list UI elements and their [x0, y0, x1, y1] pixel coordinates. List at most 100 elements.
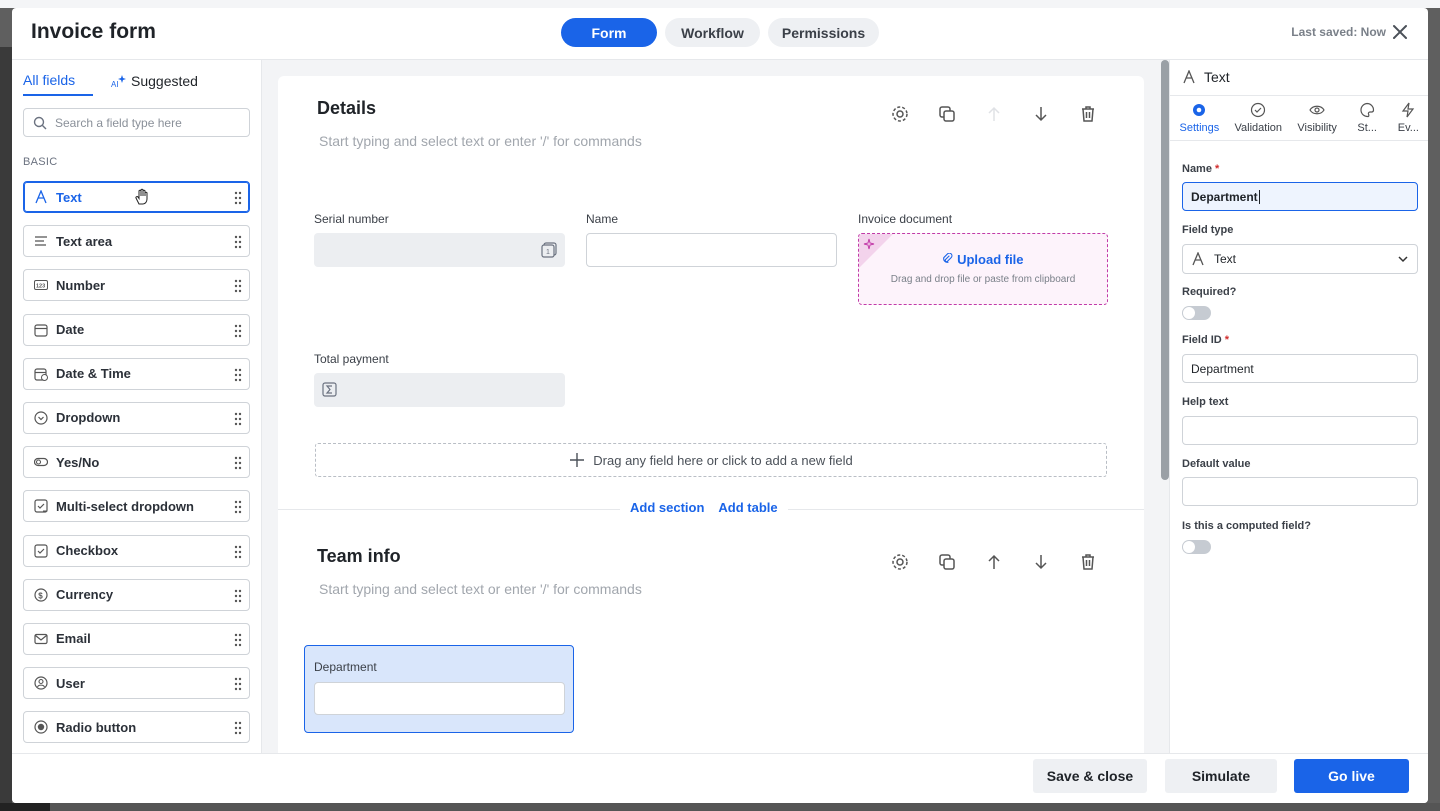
name-label-text: Name	[1182, 163, 1212, 175]
duplicate-icon[interactable]	[937, 552, 957, 572]
field-type-label: Email	[56, 631, 91, 647]
tab-all-fields[interactable]: All fields	[23, 72, 93, 96]
tab-permissions[interactable]: Permissions	[768, 18, 879, 47]
invoice-document-upload[interactable]: Upload file Drag and drop file or paste …	[858, 233, 1108, 305]
section-title-details[interactable]: Details	[317, 98, 376, 119]
required-toggle[interactable]	[1182, 306, 1211, 320]
drag-handle-icon[interactable]	[234, 368, 242, 382]
autonumber-icon: 1	[541, 242, 557, 258]
add-table-link[interactable]: Add table	[718, 500, 777, 515]
field-type-item[interactable]: Email	[23, 622, 250, 655]
field-type-item[interactable]: 123 Number	[23, 269, 250, 302]
drag-handle-icon[interactable]	[234, 589, 242, 603]
field-type-item[interactable]: Yes/No	[23, 446, 250, 479]
drag-handle-icon[interactable]	[234, 545, 242, 559]
gear-icon	[1193, 104, 1206, 116]
svg-text:1: 1	[546, 249, 550, 256]
field-type-label: Text	[56, 189, 82, 205]
field-type-label: User	[56, 675, 85, 691]
multi-select-icon	[34, 499, 48, 513]
total-payment-field[interactable]	[314, 373, 565, 407]
svg-text:$: $	[38, 591, 43, 600]
move-up-icon[interactable]	[984, 552, 1004, 572]
gear-icon[interactable]	[890, 104, 910, 124]
sigma-icon	[322, 382, 337, 397]
save-close-button[interactable]: Save & close	[1033, 759, 1147, 793]
close-icon[interactable]	[1390, 22, 1410, 42]
field-type-label: Text area	[56, 233, 113, 249]
move-down-icon[interactable]	[1031, 104, 1051, 124]
user-icon	[34, 676, 48, 690]
text-area-icon	[35, 236, 47, 246]
tab-validation[interactable]: Validation	[1229, 96, 1288, 140]
field-type-item[interactable]: Date	[23, 313, 250, 346]
go-live-button[interactable]: Go live	[1294, 759, 1409, 793]
trash-icon[interactable]	[1078, 104, 1098, 124]
form-canvas: Details Start typing and select text or …	[262, 60, 1169, 753]
serial-number-field[interactable]: 1	[314, 233, 565, 267]
tab-visibility[interactable]: Visibility	[1288, 96, 1347, 140]
drag-handle-icon[interactable]	[234, 191, 242, 205]
canvas-scrollbar[interactable]	[1161, 60, 1169, 480]
gear-icon[interactable]	[890, 552, 910, 572]
properties-title: Text	[1204, 69, 1230, 85]
help-text-label: Help text	[1182, 396, 1229, 408]
search-icon	[33, 116, 47, 129]
name-input[interactable]: Department	[1182, 182, 1418, 211]
tab-suggested[interactable]: AI Suggested	[111, 72, 198, 96]
field-label-total-payment: Total payment	[314, 352, 389, 366]
drag-handle-icon[interactable]	[234, 456, 242, 470]
tab-settings[interactable]: Settings	[1170, 96, 1229, 140]
computed-field-label: Is this a computed field?	[1182, 520, 1311, 532]
drag-handle-icon[interactable]	[234, 412, 242, 426]
move-down-icon[interactable]	[1031, 552, 1051, 572]
section-hint-details[interactable]: Start typing and select text or enter '/…	[319, 133, 642, 149]
text-icon	[35, 190, 47, 204]
field-type-value-wrap: Text	[1191, 252, 1236, 266]
field-type-item[interactable]: User	[23, 667, 250, 700]
drag-handle-icon[interactable]	[234, 279, 242, 293]
drag-handle-icon[interactable]	[234, 324, 242, 338]
computed-field-toggle[interactable]	[1182, 540, 1211, 554]
upload-file-button[interactable]: Upload file	[859, 252, 1107, 267]
tab-events[interactable]: Ev...	[1388, 96, 1428, 140]
drag-handle-icon[interactable]	[234, 500, 242, 514]
field-id-label-text: Field ID	[1182, 334, 1222, 346]
drag-handle-icon[interactable]	[234, 721, 242, 735]
field-type-item[interactable]: Radio button	[23, 711, 250, 744]
field-type-select[interactable]: Text	[1182, 244, 1418, 274]
drag-handle-icon[interactable]	[234, 677, 242, 691]
field-type-item[interactable]: $ Currency	[23, 578, 250, 611]
add-field-dropzone[interactable]: Drag any field here or click to add a ne…	[315, 443, 1107, 477]
default-value-input[interactable]	[1182, 477, 1418, 506]
department-field-selected[interactable]: Department	[304, 645, 574, 733]
tab-style[interactable]: St...	[1347, 96, 1388, 140]
field-type-item[interactable]: Text area	[23, 225, 250, 258]
field-id-input[interactable]: Department	[1182, 354, 1418, 383]
field-type-item[interactable]: Dropdown	[23, 401, 250, 434]
department-input[interactable]	[314, 682, 565, 715]
backdrop-dark-corner	[0, 803, 50, 811]
simulate-button[interactable]: Simulate	[1165, 759, 1277, 793]
duplicate-icon[interactable]	[937, 104, 957, 124]
palette-icon	[1360, 102, 1375, 118]
drag-handle-icon[interactable]	[234, 235, 242, 249]
tab-workflow[interactable]: Workflow	[665, 18, 760, 47]
field-type-item[interactable]: Date & Time	[23, 357, 250, 390]
help-text-input[interactable]	[1182, 416, 1418, 445]
add-section-link[interactable]: Add section	[630, 500, 704, 515]
field-type-item[interactable]: Checkbox	[23, 534, 250, 567]
search-input[interactable]	[55, 115, 235, 130]
field-type-item[interactable]: Multi-select dropdown	[23, 490, 250, 523]
section-hint-team-info[interactable]: Start typing and select text or enter '/…	[319, 581, 642, 597]
name-field[interactable]	[586, 233, 837, 267]
drag-handle-icon[interactable]	[234, 633, 242, 647]
svg-text:AI: AI	[111, 80, 119, 88]
tab-form[interactable]: Form	[561, 18, 657, 47]
field-label-invoice-document: Invoice document	[858, 212, 953, 226]
check-circle-icon	[1251, 102, 1266, 118]
palette-tabs: All fields AI Suggested	[23, 72, 198, 96]
trash-icon[interactable]	[1078, 552, 1098, 572]
section-title-team-info[interactable]: Team info	[317, 546, 401, 567]
field-label-department: Department	[314, 660, 377, 674]
